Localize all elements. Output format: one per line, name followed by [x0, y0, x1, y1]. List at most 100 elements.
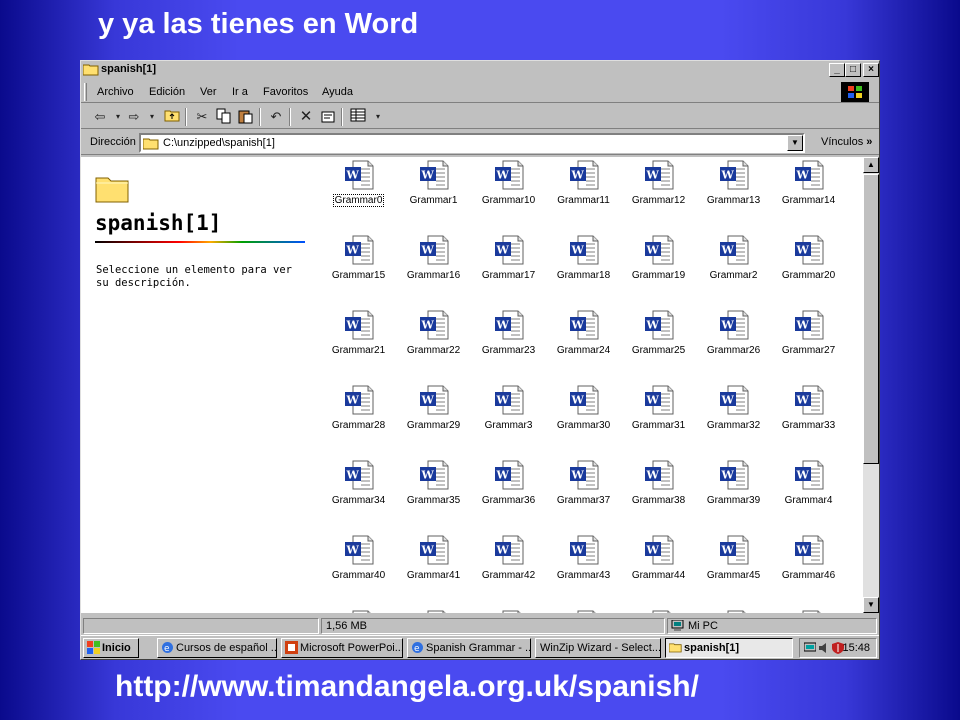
taskbar-button-winzip[interactable]: WinZip Wizard - Select...	[535, 638, 661, 658]
file-item[interactable]: W Grammar43	[546, 532, 621, 607]
file-item[interactable]: W Grammar11	[546, 157, 621, 232]
cut-icon[interactable]: ✂	[193, 108, 211, 126]
file-item-partial[interactable]: W	[396, 607, 471, 613]
internet-explorer-icon: e	[162, 642, 173, 654]
scroll-thumb[interactable]	[863, 174, 879, 464]
properties-icon[interactable]	[319, 108, 337, 126]
minimize-button[interactable]: _	[829, 63, 845, 77]
copy-icon[interactable]	[215, 108, 233, 126]
views-icon[interactable]	[349, 108, 367, 126]
file-item[interactable]: W Grammar10	[471, 157, 546, 232]
menu-favoritos[interactable]: Favoritos	[263, 86, 308, 98]
file-item[interactable]: W Grammar17	[471, 232, 546, 307]
scroll-down-button[interactable]: ▼	[863, 597, 879, 613]
pane-description: Seleccione un elemento para ver su descr…	[96, 264, 292, 289]
paste-icon[interactable]	[237, 108, 255, 126]
scroll-up-button[interactable]: ▲	[863, 157, 879, 173]
menu-ayuda[interactable]: Ayuda	[322, 86, 353, 98]
file-item[interactable]: W Grammar41	[396, 532, 471, 607]
file-item[interactable]: W Grammar2	[696, 232, 771, 307]
up-folder-icon[interactable]	[163, 108, 181, 126]
undo-icon[interactable]: ↶	[267, 108, 285, 126]
file-item[interactable]: W Grammar23	[471, 307, 546, 382]
views-dropdown-icon[interactable]: ▾	[369, 108, 387, 126]
file-item[interactable]: W Grammar0	[321, 157, 396, 232]
taskbar-button-spanish-grammar[interactable]: e Spanish Grammar - ...	[407, 638, 531, 658]
taskbar-button-spanish-folder[interactable]: spanish[1]	[665, 638, 793, 658]
pane-divider	[95, 241, 305, 243]
file-item[interactable]: W Grammar44	[621, 532, 696, 607]
back-icon[interactable]: ⇦	[91, 108, 109, 126]
links-button[interactable]: Vínculos »	[821, 136, 872, 148]
file-item[interactable]: W Grammar45	[696, 532, 771, 607]
file-item[interactable]: W Grammar15	[321, 232, 396, 307]
menubar-grip[interactable]	[84, 83, 87, 101]
file-item[interactable]: W Grammar3	[471, 382, 546, 457]
file-item[interactable]: W Grammar16	[396, 232, 471, 307]
file-item[interactable]: W Grammar25	[621, 307, 696, 382]
file-item-partial[interactable]: W	[546, 607, 621, 613]
file-item[interactable]: W Grammar38	[621, 457, 696, 532]
file-label: Grammar4	[771, 495, 846, 506]
file-label: Grammar17	[471, 270, 546, 281]
file-item[interactable]: W Grammar37	[546, 457, 621, 532]
monitor-icon[interactable]	[804, 642, 816, 654]
file-item[interactable]: W Grammar13	[696, 157, 771, 232]
maximize-button[interactable]: □	[845, 63, 861, 77]
file-item[interactable]: W Grammar29	[396, 382, 471, 457]
close-button[interactable]: ×	[863, 63, 879, 77]
file-item[interactable]: W Grammar24	[546, 307, 621, 382]
taskbar-button-cursos[interactable]: e Cursos de español ...	[157, 638, 277, 658]
speaker-icon[interactable]	[818, 642, 830, 654]
delete-icon[interactable]: ✕	[297, 108, 315, 126]
file-item[interactable]: W Grammar31	[621, 382, 696, 457]
menu-archivo[interactable]: Archivo	[97, 86, 134, 98]
vertical-scrollbar[interactable]: ▲ ▼	[863, 157, 879, 613]
large-folder-icon	[95, 177, 129, 203]
file-item[interactable]: W Grammar40	[321, 532, 396, 607]
file-item[interactable]: W Grammar39	[696, 457, 771, 532]
clock[interactable]: 15:48	[842, 642, 870, 654]
file-item-partial[interactable]: W	[771, 607, 846, 613]
svg-text:W: W	[796, 319, 810, 332]
file-item[interactable]: W Grammar18	[546, 232, 621, 307]
word-document-icon: W	[718, 234, 750, 266]
file-item[interactable]: W Grammar14	[771, 157, 846, 232]
menu-edicion[interactable]: Edición	[149, 86, 185, 98]
file-item[interactable]: W Grammar19	[621, 232, 696, 307]
file-item[interactable]: W Grammar32	[696, 382, 771, 457]
file-item-partial[interactable]: W	[621, 607, 696, 613]
start-button[interactable]: Inicio	[83, 638, 139, 658]
file-item[interactable]: W Grammar28	[321, 382, 396, 457]
address-dropdown-button[interactable]: ▼	[787, 135, 803, 151]
file-name: Grammar26	[706, 345, 761, 356]
file-item[interactable]: W Grammar12	[621, 157, 696, 232]
word-document-icon: W	[568, 159, 600, 191]
file-item-partial[interactable]: W	[321, 607, 396, 613]
file-item[interactable]: W Grammar46	[771, 532, 846, 607]
file-item[interactable]: W Grammar22	[396, 307, 471, 382]
file-item[interactable]: W Grammar36	[471, 457, 546, 532]
forward-dropdown-icon[interactable]: ▾	[143, 108, 161, 126]
file-item[interactable]: W Grammar4	[771, 457, 846, 532]
file-item-partial[interactable]: W	[471, 607, 546, 613]
file-item[interactable]: W Grammar27	[771, 307, 846, 382]
file-item[interactable]: W Grammar21	[321, 307, 396, 382]
file-item[interactable]: W Grammar33	[771, 382, 846, 457]
file-item[interactable]: W Grammar34	[321, 457, 396, 532]
file-item[interactable]: W Grammar26	[696, 307, 771, 382]
file-item[interactable]: W Grammar30	[546, 382, 621, 457]
taskbar-button-powerpoint[interactable]: Microsoft PowerPoi...	[281, 638, 403, 658]
menu-ir-a[interactable]: Ir a	[232, 86, 248, 98]
address-input[interactable]: C:\unzipped\spanish[1] ▼	[139, 133, 805, 153]
file-item-partial[interactable]: W	[696, 607, 771, 613]
word-document-icon: W	[793, 309, 825, 341]
menu-ver[interactable]: Ver	[200, 86, 217, 98]
file-item[interactable]: W Grammar42	[471, 532, 546, 607]
svg-text:e: e	[414, 644, 420, 654]
file-item[interactable]: W Grammar20	[771, 232, 846, 307]
window-titlebar[interactable]: spanish[1] _ □ ×	[81, 61, 879, 79]
file-item[interactable]: W Grammar35	[396, 457, 471, 532]
file-item[interactable]: W Grammar1	[396, 157, 471, 232]
forward-icon[interactable]: ⇨	[125, 108, 143, 126]
